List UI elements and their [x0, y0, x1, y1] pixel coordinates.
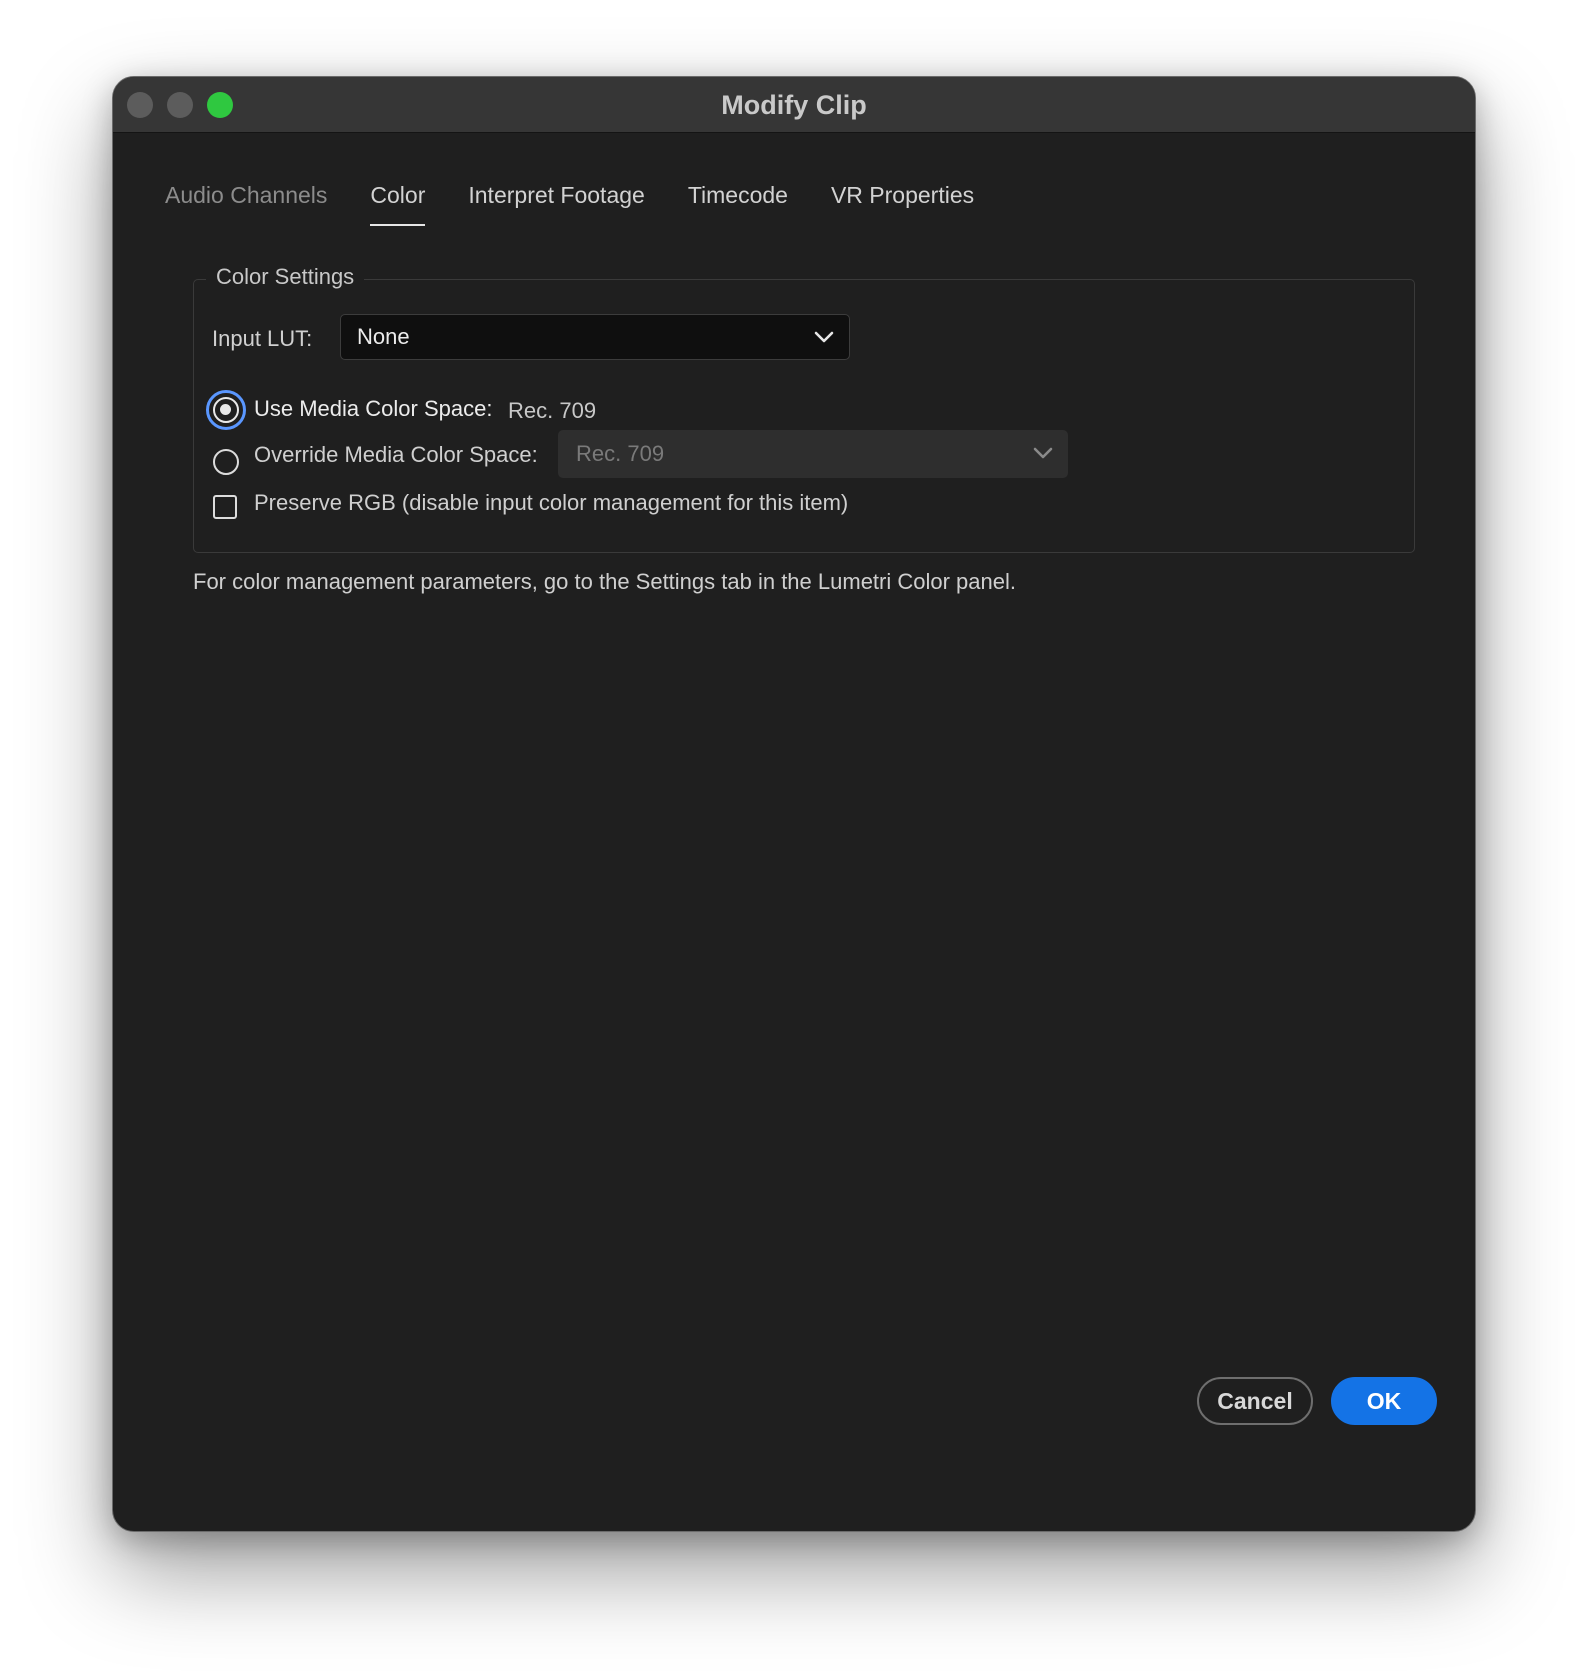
override-media-color-space-label: Override Media Color Space: — [254, 442, 538, 467]
use-media-color-space-label: Use Media Color Space: — [254, 396, 493, 421]
ok-button[interactable]: OK — [1331, 1377, 1437, 1425]
cancel-button[interactable]: Cancel — [1197, 1377, 1313, 1425]
use-media-color-space-value: Rec. 709 — [508, 398, 597, 423]
window-title: Modify Clip — [721, 90, 867, 120]
preserve-rgb-label: Preserve RGB (disable input color manage… — [254, 490, 849, 515]
preserve-rgb-checkbox[interactable] — [213, 495, 237, 519]
override-color-space-value: Rec. 709 — [576, 441, 665, 466]
tab-bar: Audio Channels Color Interpret Footage T… — [165, 182, 1017, 242]
chevron-down-icon — [1033, 447, 1053, 459]
tab-audio-channels[interactable]: Audio Channels — [165, 182, 327, 232]
use-media-color-space-radio[interactable] — [206, 390, 246, 430]
color-settings-title: Color Settings — [206, 264, 365, 290]
tab-interpret-footage[interactable]: Interpret Footage — [468, 182, 644, 232]
override-media-color-space-radio[interactable] — [213, 449, 239, 475]
tab-color[interactable]: Color — [370, 182, 425, 232]
input-lut-value: None — [357, 324, 410, 349]
radio-selected-indicator — [213, 397, 239, 423]
input-lut-label: Input LUT: — [212, 326, 313, 351]
color-settings-group: Color Settings Input LUT: None Use Media… — [193, 264, 1415, 553]
title-bar: Modify Clip — [113, 77, 1475, 133]
tab-vr-properties[interactable]: VR Properties — [831, 182, 974, 232]
tab-timecode[interactable]: Timecode — [688, 182, 788, 232]
input-lut-dropdown[interactable]: None — [340, 314, 850, 360]
modify-clip-dialog: Modify Clip Audio Channels Color Interpr… — [112, 76, 1476, 1532]
chevron-down-icon — [814, 331, 834, 343]
color-management-note: For color management parameters, go to t… — [193, 569, 1016, 594]
override-color-space-dropdown[interactable]: Rec. 709 — [558, 430, 1068, 478]
